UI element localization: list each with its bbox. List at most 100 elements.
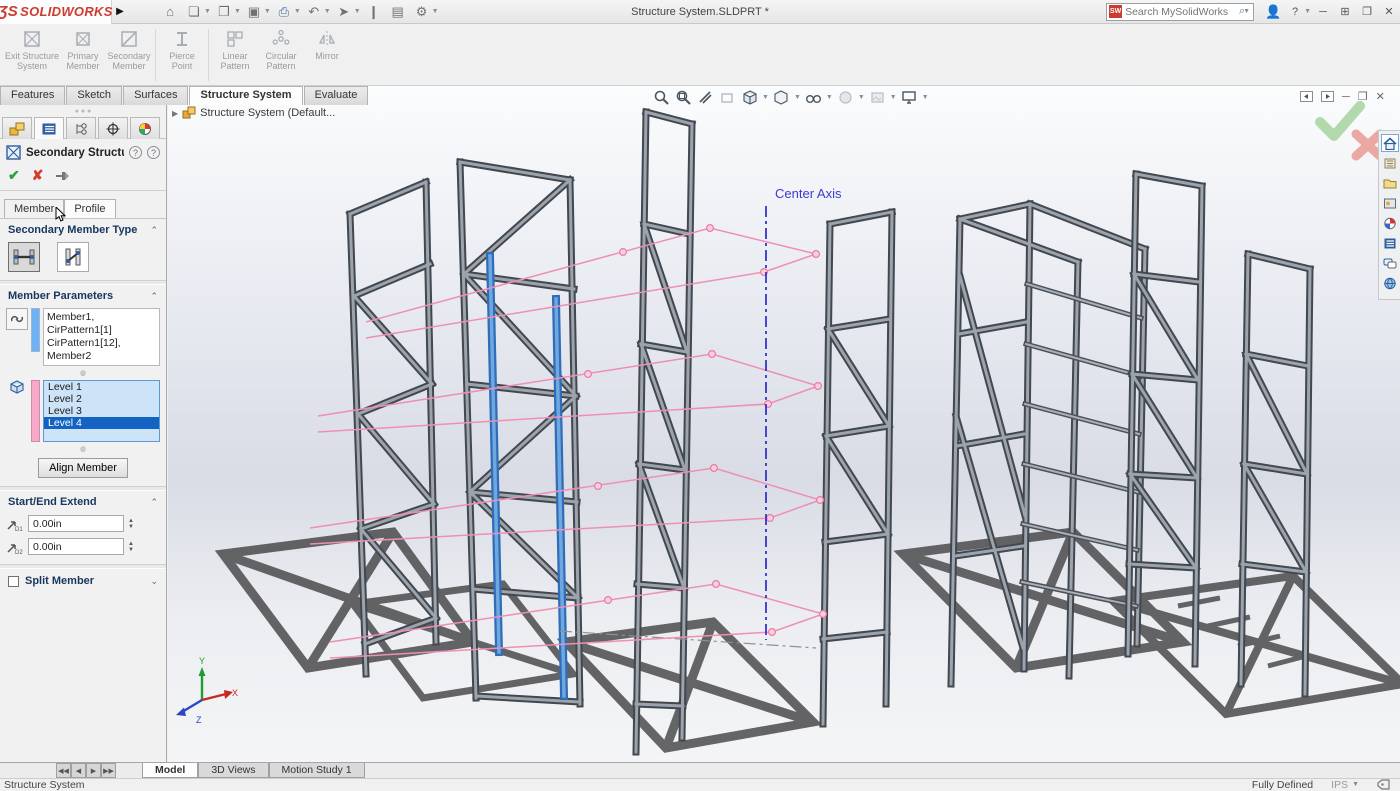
mirror-button[interactable]: Mirror [304, 27, 350, 61]
secondary-member-button[interactable]: Secondary Member [106, 27, 152, 71]
open-icon[interactable]: ❐ [212, 2, 236, 22]
doc-restore-button[interactable]: ❐ [1358, 90, 1368, 103]
forum-icon[interactable] [1381, 254, 1399, 272]
new-document-icon[interactable]: ❏ [182, 2, 206, 22]
resources-home-icon[interactable] [1381, 134, 1399, 152]
property-manager-tab[interactable] [34, 117, 64, 139]
print-icon[interactable]: ⎙ [272, 2, 296, 22]
level-item[interactable]: Level 1 [44, 381, 159, 393]
feature-tree-overlay[interactable]: ▶ Structure System (Default... [172, 106, 335, 120]
circular-pattern-button[interactable]: Circular Pattern [258, 27, 304, 71]
close-button[interactable]: ✕ [1378, 2, 1400, 22]
hide-show-dropdown-icon[interactable]: ▼ [826, 94, 833, 101]
tab-features[interactable]: Features [0, 86, 65, 105]
feature-manager-tab[interactable] [2, 117, 32, 139]
new-dropdown-icon[interactable]: ▼ [204, 8, 211, 15]
next-tab-nav-button[interactable]: ▶ [86, 763, 101, 778]
prev-tab-nav-button[interactable]: ◀ [71, 763, 86, 778]
graphics-area[interactable]: Center Axis Y X Z [168, 86, 1400, 762]
units-dropdown-icon[interactable]: ▼ [1352, 781, 1359, 788]
start-extend-spinner[interactable]: ▲▼ [128, 518, 134, 530]
feature-tree-root-label[interactable]: Structure System (Default... [200, 107, 335, 119]
cancel-x-icon[interactable]: ✘ [32, 167, 44, 184]
appearances-scenes-icon[interactable] [1381, 214, 1399, 232]
split-member-checkbox[interactable] [8, 576, 19, 587]
rebuild-icon[interactable]: ❙ [362, 2, 386, 22]
model-tab[interactable]: Model [142, 763, 198, 778]
member-list-item[interactable]: CirPattern1[12], Member2 [47, 337, 156, 363]
previous-view-icon[interactable] [718, 88, 737, 106]
scene-dropdown-icon[interactable]: ▼ [890, 94, 897, 101]
last-tab-nav-button[interactable]: ▶▶ [101, 763, 116, 778]
view-settings-icon[interactable] [900, 88, 919, 106]
zoom-fit-icon[interactable] [652, 88, 671, 106]
tab-surfaces[interactable]: Surfaces [123, 86, 188, 105]
tab-structure-system[interactable]: Structure System [189, 86, 302, 105]
tab-sketch[interactable]: Sketch [66, 86, 122, 105]
dimxpert-manager-tab[interactable] [98, 117, 128, 139]
expand-chevron-icon[interactable]: ⌄ [150, 576, 158, 587]
pane-right-icon[interactable] [1321, 91, 1334, 102]
secondary-member-type-header[interactable]: Secondary Member Type ⌃ [0, 219, 166, 240]
view-orientation-icon[interactable] [740, 88, 759, 106]
up-to-members-type-button[interactable] [57, 242, 89, 272]
undo-icon[interactable]: ↶ [302, 2, 326, 22]
spinner-down-icon[interactable]: ▼ [128, 547, 134, 553]
display-manager-tab[interactable] [130, 117, 160, 139]
primary-member-button[interactable]: Primary Member [60, 27, 106, 71]
level-item-empty[interactable] [44, 429, 159, 441]
appearance-dropdown-icon[interactable]: ▼ [858, 94, 865, 101]
level-item[interactable]: Level 2 [44, 393, 159, 405]
view-settings-dropdown-icon[interactable]: ▼ [922, 94, 929, 101]
end-extend-spinner[interactable]: ▲▼ [128, 541, 134, 553]
undo-dropdown-icon[interactable]: ▼ [324, 8, 331, 15]
start-extend-input[interactable] [28, 515, 124, 532]
align-member-button[interactable]: Align Member [38, 458, 128, 478]
between-points-type-button[interactable] [8, 242, 40, 272]
home-icon[interactable]: ⌂ [158, 2, 182, 22]
linear-pattern-button[interactable]: Linear Pattern [212, 27, 258, 71]
restore-button[interactable]: ❐ [1356, 2, 1378, 22]
menu-expand-arrow[interactable]: ▶ [112, 6, 128, 17]
view-orientation-dropdown-icon[interactable]: ▼ [762, 94, 769, 101]
motion-study-tab[interactable]: Motion Study 1 [269, 763, 365, 778]
file-properties-icon[interactable]: ▤ [386, 2, 410, 22]
whats-new-icon[interactable]: ? [129, 146, 142, 159]
minimize-button[interactable]: ─ [1312, 2, 1334, 22]
file-explorer-icon[interactable] [1381, 174, 1399, 192]
configuration-manager-tab[interactable] [66, 117, 96, 139]
level-item[interactable]: Level 3 [44, 405, 159, 417]
save-dropdown-icon[interactable]: ▼ [264, 8, 271, 15]
section-view-icon[interactable] [696, 88, 715, 106]
units-label[interactable]: IPS [1331, 779, 1348, 791]
pierce-point-button[interactable]: Pierce Point [159, 27, 205, 71]
options-dropdown-icon[interactable]: ▼ [432, 8, 439, 15]
apply-scene-icon[interactable] [868, 88, 887, 106]
keep-visible-pin-icon[interactable] [55, 170, 71, 182]
select-icon[interactable]: ➤ [332, 2, 356, 22]
custom-properties-icon[interactable] [1381, 234, 1399, 252]
pane-left-icon[interactable] [1300, 91, 1313, 102]
search-dropdown-icon[interactable]: ▼ [1243, 8, 1250, 15]
hide-show-items-icon[interactable] [804, 88, 823, 106]
help-button[interactable]: ? [1284, 2, 1306, 22]
3dexperience-globe-icon[interactable] [1381, 274, 1399, 292]
ok-check-icon[interactable]: ✔ [8, 167, 20, 184]
doc-close-button[interactable]: ✕ [1376, 90, 1385, 103]
level-item-selected[interactable]: Level 4 [44, 417, 159, 429]
user-account-icon[interactable]: 👤 [1262, 2, 1284, 22]
end-extend-input[interactable] [28, 538, 124, 555]
member-list-item[interactable]: Member1, CirPattern1[1] [47, 311, 156, 337]
listbox-resize-handle[interactable]: ◍ [0, 446, 166, 454]
search-input[interactable] [1125, 6, 1239, 18]
open-dropdown-icon[interactable]: ▼ [234, 8, 241, 15]
level-list[interactable]: Level 1 Level 2 Level 3 Level 4 [43, 380, 160, 442]
tab-profile[interactable]: Profile [64, 199, 115, 218]
options-gear-icon[interactable]: ⚙ [410, 2, 434, 22]
help-icon[interactable]: ? [147, 146, 160, 159]
maximize-button[interactable]: ⊞ [1334, 2, 1356, 22]
start-end-extend-header[interactable]: Start/End Extend ⌃ [0, 491, 166, 512]
tab-evaluate[interactable]: Evaluate [304, 86, 369, 105]
design-library-icon[interactable] [1381, 154, 1399, 172]
zoom-area-icon[interactable] [674, 88, 693, 106]
